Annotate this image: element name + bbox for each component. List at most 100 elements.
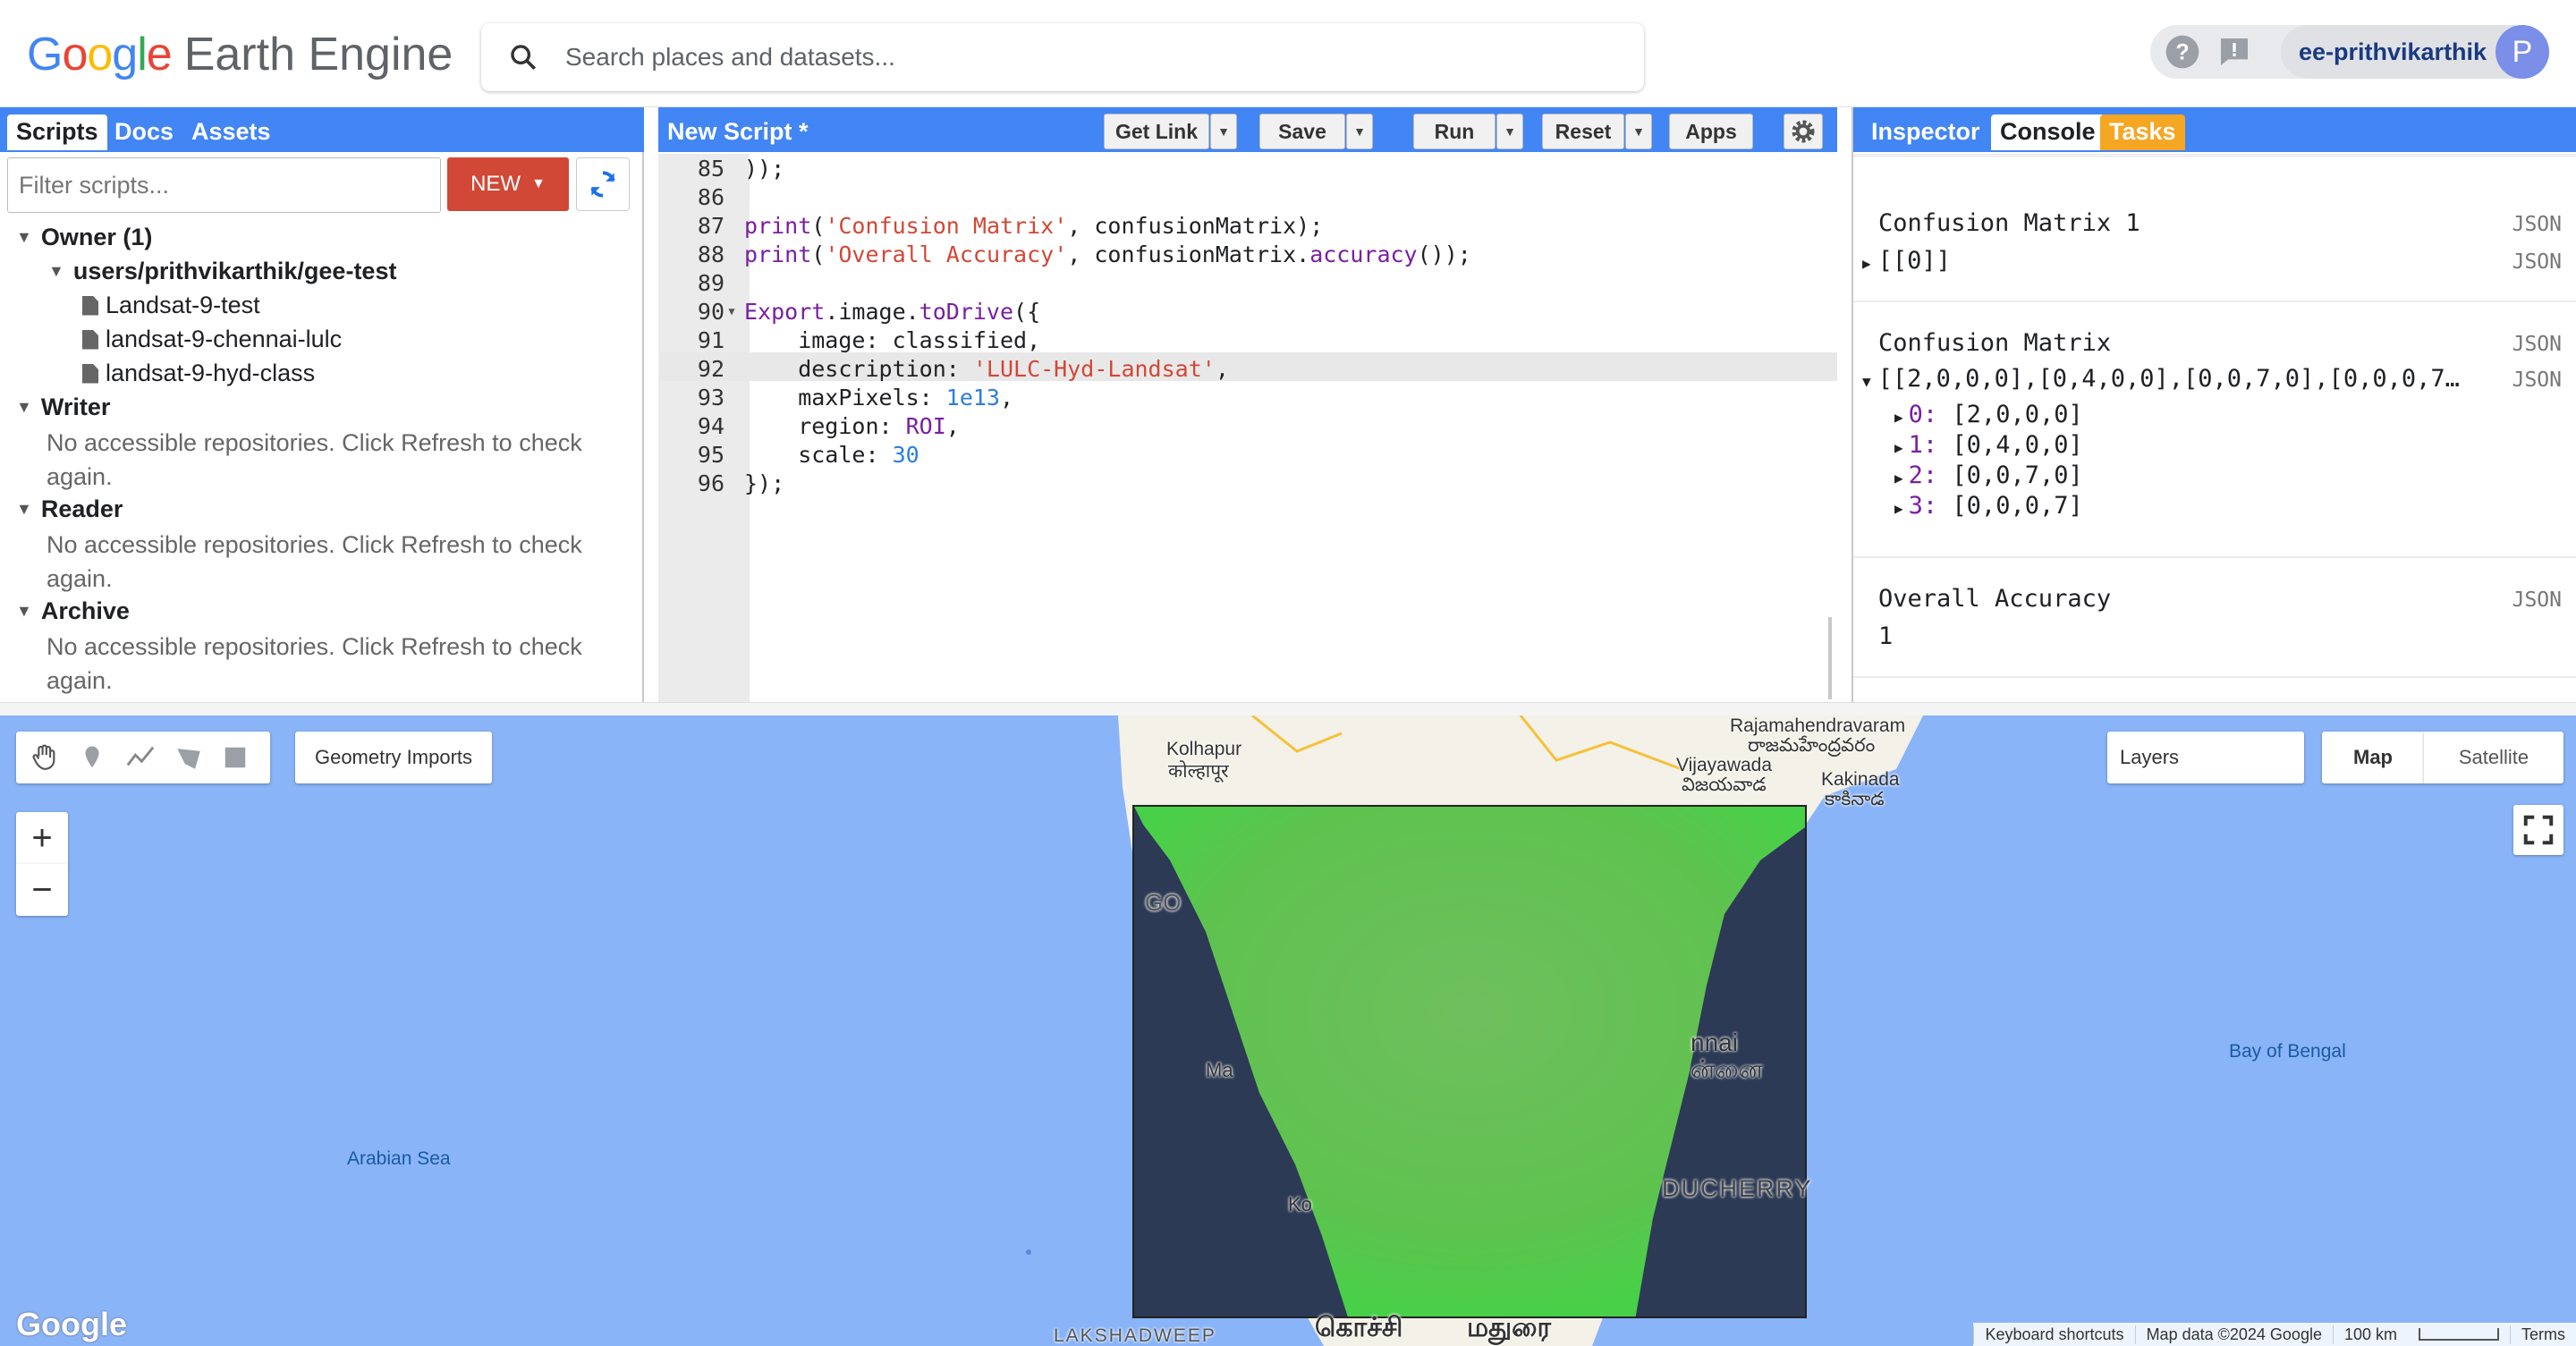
zoom-out-button[interactable]: − — [16, 864, 68, 916]
code-line[interactable]: 85)); — [658, 154, 1837, 182]
json-link[interactable]: JSON — [2512, 250, 2562, 274]
apps-button[interactable]: Apps — [1669, 114, 1753, 149]
line-number: 94 — [697, 412, 724, 439]
line-tool-icon[interactable] — [125, 742, 156, 773]
line-number: 92 — [697, 355, 724, 382]
json-link[interactable]: JSON — [2512, 333, 2562, 356]
tree-repo[interactable]: ▼ users/prithvikarthik/gee-test — [48, 258, 396, 285]
code-line[interactable]: 88 print('Overall Accuracy', confusionMat… — [658, 240, 1837, 268]
run-button[interactable]: Run — [1413, 114, 1496, 149]
layers-button[interactable]: Layers — [2107, 732, 2304, 783]
json-link[interactable]: JSON — [2512, 368, 2562, 392]
rectangle-tool-icon[interactable] — [222, 744, 249, 771]
run-dropdown[interactable]: ▼ — [1496, 114, 1523, 149]
feedback-icon[interactable] — [2215, 32, 2254, 72]
tree-writer[interactable]: ▼ Writer — [16, 394, 110, 421]
code-line[interactable]: 87 print('Confusion Matrix', confusionMat… — [658, 211, 1837, 240]
map-type-satellite-button[interactable]: Satellite — [2424, 732, 2563, 783]
get-link-dropdown[interactable]: ▼ — [1210, 114, 1237, 149]
code-line[interactable]: 94 region: ROI, — [658, 411, 1837, 440]
polygon-tool-icon[interactable] — [174, 742, 204, 773]
expand-caret-icon[interactable]: ▶ — [1894, 439, 1903, 456]
matrix-row[interactable]: ▶ 1: [0,4,0,0] — [1894, 431, 2083, 459]
console-entry-value[interactable]: ▼ [[2,0,0,0],[0,4,0,0],[0,0,7,0],[0,0,0,7… — [1862, 365, 2460, 393]
console-entry-value[interactable]: ▶ [[0]] — [1862, 247, 1951, 275]
tab-tasks[interactable]: Tasks — [2100, 114, 2185, 150]
row-key: 2: — [1908, 461, 1938, 489]
code-text: print('Overall Accuracy', confusionMatri… — [744, 241, 1471, 267]
tree-owner[interactable]: ▼ Owner (1) — [16, 224, 152, 251]
line-number: 90 — [697, 298, 724, 325]
avatar[interactable]: P — [2496, 25, 2549, 79]
marker-icon[interactable] — [79, 742, 106, 773]
value-text: [[0]] — [1877, 247, 1951, 275]
get-link-button[interactable]: Get Link — [1104, 114, 1209, 149]
editor-scrollbar[interactable] — [1828, 617, 1832, 699]
help-icon[interactable]: ? — [2163, 32, 2202, 72]
settings-button[interactable] — [1784, 114, 1823, 149]
script-file-name: Landsat-9-test — [106, 292, 260, 318]
map-view[interactable]: Geometry Imports + − Layers Map Satellit… — [0, 715, 2576, 1346]
collapse-caret-icon[interactable]: ▼ — [1862, 373, 1871, 390]
code-line[interactable]: 92 description: 'LULC-Hyd-Landsat', — [658, 354, 1837, 383]
line-number: 89 — [697, 269, 724, 296]
map-label-vijayawada-local: విజయవాడ — [1682, 775, 1767, 795]
json-link[interactable]: JSON — [2512, 588, 2562, 612]
map-type-map-button[interactable]: Map — [2322, 732, 2424, 783]
search-input[interactable] — [565, 43, 1549, 72]
tab-inspector[interactable]: Inspector — [1862, 114, 1989, 150]
tab-scripts[interactable]: Scripts — [7, 114, 107, 150]
code-text: }); — [744, 470, 785, 496]
script-file[interactable]: landsat-9-chennai-lulc — [82, 326, 342, 353]
matrix-row[interactable]: ▶ 2: [0,0,7,0] — [1894, 461, 2083, 489]
tab-console[interactable]: Console — [1991, 114, 2105, 150]
matrix-row[interactable]: ▶ 3: [0,0,0,7] — [1894, 492, 2083, 520]
line-number: 95 — [697, 441, 724, 468]
new-button[interactable]: NEW ▼ — [447, 157, 569, 211]
code-line[interactable]: 86 — [658, 182, 1837, 211]
keyboard-shortcuts-link[interactable]: Keyboard shortcuts — [1973, 1325, 2134, 1344]
map-label-goa-partial: GO — [1145, 889, 1182, 916]
code-line[interactable]: 96}); — [658, 469, 1837, 497]
filter-scripts-input[interactable] — [7, 157, 441, 213]
script-file[interactable]: landsat-9-hyd-class — [82, 360, 315, 387]
line-number: 87 — [697, 212, 724, 239]
zoom-in-button[interactable]: + — [16, 812, 68, 864]
save-button[interactable]: Save — [1259, 114, 1345, 149]
tab-assets[interactable]: Assets — [182, 114, 280, 150]
tree-reader[interactable]: ▼ Reader — [16, 495, 123, 523]
save-dropdown[interactable]: ▼ — [1346, 114, 1373, 149]
account-chip[interactable]: ee-prithvikarthik P — [2281, 25, 2549, 79]
code-line[interactable]: 95 scale: 30 — [658, 440, 1837, 469]
map-data-credit: Map data ©2024 Google — [2134, 1325, 2333, 1344]
geometry-imports-button[interactable]: Geometry Imports — [295, 732, 492, 783]
reset-button[interactable]: Reset — [1542, 114, 1624, 149]
script-file[interactable]: Landsat-9-test — [82, 292, 260, 319]
matrix-row[interactable]: ▶ 0: [2,0,0,0] — [1894, 401, 2083, 428]
json-link[interactable]: JSON — [2512, 213, 2562, 236]
code-line[interactable]: 89 — [658, 268, 1837, 297]
expand-caret-icon[interactable]: ▶ — [1894, 500, 1903, 517]
script-title[interactable]: New Script * — [667, 118, 809, 146]
code-line[interactable]: 91 image: classified, — [658, 326, 1837, 354]
tree-archive[interactable]: ▼ Archive — [16, 597, 130, 625]
terms-link[interactable]: Terms — [2510, 1325, 2576, 1344]
fold-caret-icon[interactable]: ▼ — [724, 305, 739, 317]
fullscreen-button[interactable] — [2513, 805, 2563, 855]
caret-down-icon: ▼ — [16, 500, 32, 518]
expand-caret-icon[interactable]: ▶ — [1862, 255, 1871, 272]
refresh-icon — [590, 171, 615, 198]
new-button-label: NEW — [470, 172, 521, 196]
map-splitter[interactable] — [0, 702, 2576, 715]
code-text: description: 'LULC-Hyd-Landsat', — [744, 355, 1229, 382]
expand-caret-icon[interactable]: ▶ — [1894, 470, 1903, 487]
refresh-button[interactable] — [576, 157, 630, 211]
hand-icon[interactable] — [29, 742, 59, 773]
code-line[interactable]: 90 ▼ Export.image.toDrive({ — [658, 297, 1837, 326]
search-box[interactable] — [481, 23, 1644, 91]
reset-dropdown[interactable]: ▼ — [1625, 114, 1652, 149]
code-line[interactable]: 93 maxPixels: 1e13, — [658, 383, 1837, 411]
earth-engine-logo[interactable]: Google Earth Engine — [27, 23, 453, 86]
tab-docs[interactable]: Docs — [106, 114, 182, 150]
expand-caret-icon[interactable]: ▶ — [1894, 409, 1903, 426]
